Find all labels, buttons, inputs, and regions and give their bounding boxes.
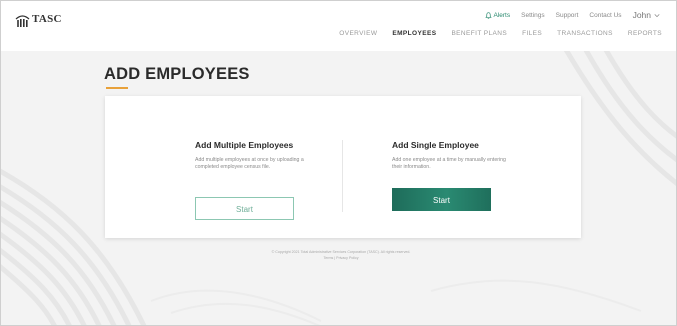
nav-reports[interactable]: REPORTS	[628, 30, 662, 40]
card-divider	[342, 140, 343, 212]
alerts-link[interactable]: Alerts	[484, 11, 511, 19]
user-name: John	[632, 10, 651, 20]
nav-transactions[interactable]: TRANSACTIONS	[557, 30, 613, 40]
page-title: ADD EMPLOYEES	[104, 65, 250, 83]
contact-us-link[interactable]: Contact Us	[589, 12, 621, 19]
add-multiple-description: Add multiple employees at once by upload…	[195, 157, 304, 171]
utility-links: Alerts Settings Support Contact Us John	[474, 10, 661, 20]
add-single-option: Add Single Employee Add one employee at …	[392, 140, 512, 171]
title-underline	[106, 87, 128, 89]
footer-link[interactable]: Terms | Privacy Policy	[151, 255, 531, 261]
alerts-label: Alerts	[493, 11, 511, 19]
nav-overview[interactable]: OVERVIEW	[339, 30, 377, 40]
app-window: TASC Alerts Settings Support Contact Us …	[0, 0, 677, 326]
top-header: TASC Alerts Settings Support Contact Us …	[1, 1, 676, 51]
nav-employees[interactable]: EMPLOYEES	[392, 30, 436, 40]
add-single-start-button[interactable]: Start	[392, 188, 491, 211]
support-link[interactable]: Support	[556, 12, 579, 19]
settings-link[interactable]: Settings	[521, 12, 545, 19]
bell-icon	[484, 11, 492, 19]
nav-benefit-plans[interactable]: BENEFIT PLANS	[451, 30, 507, 40]
add-employees-card: Add Multiple Employees Add multiple empl…	[105, 96, 581, 238]
page-footer: © Copyright 2021 Total Administrative Se…	[151, 249, 531, 261]
logo-text: TASC	[32, 13, 62, 25]
chevron-down-icon	[654, 13, 660, 17]
add-multiple-option: Add Multiple Employees Add multiple empl…	[195, 140, 323, 171]
tasc-logo-icon	[15, 15, 30, 27]
user-menu[interactable]: John	[633, 10, 660, 20]
add-single-title: Add Single Employee	[392, 140, 479, 150]
add-multiple-start-button[interactable]: Start	[195, 197, 294, 220]
add-multiple-title: Add Multiple Employees	[195, 140, 294, 150]
main-nav: OVERVIEW EMPLOYEES BENEFIT PLANS FILES T…	[324, 30, 662, 40]
add-single-description: Add one employee at a time by manually e…	[392, 157, 506, 171]
tasc-logo[interactable]: TASC	[15, 13, 62, 28]
nav-files[interactable]: FILES	[522, 30, 542, 40]
